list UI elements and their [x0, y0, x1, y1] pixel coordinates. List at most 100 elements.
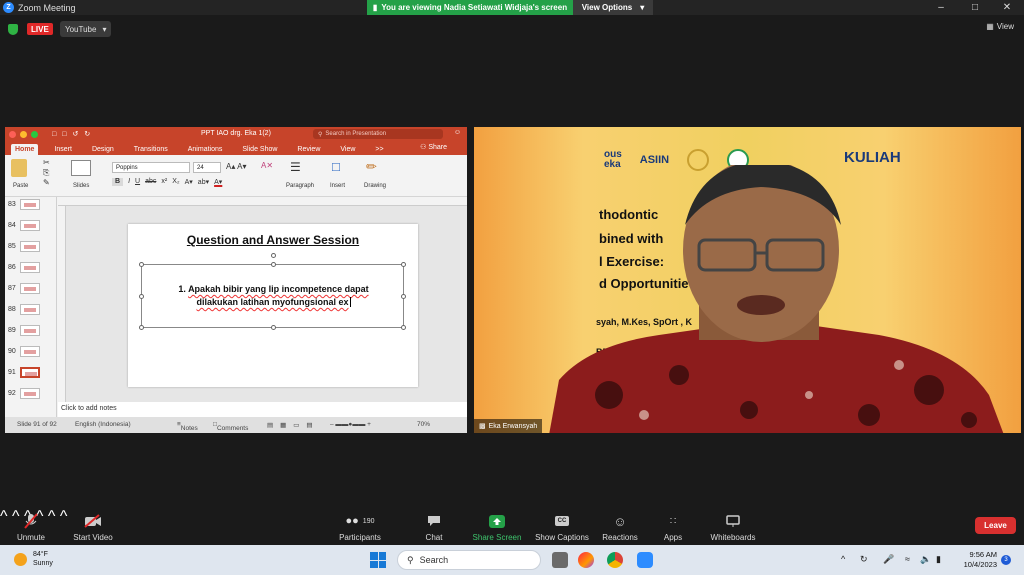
ppt-tab[interactable]: View — [336, 144, 359, 155]
slide-thumbnail[interactable]: 91 — [8, 367, 40, 378]
notes-field[interactable]: Click to add notes — [58, 402, 467, 417]
shield-icon[interactable] — [8, 24, 18, 35]
slide-thumbnail[interactable]: 85 — [8, 241, 40, 252]
ppt-tab[interactable]: Home — [11, 144, 39, 155]
text-effects-button[interactable]: A▾ — [185, 178, 193, 186]
volume-icon[interactable]: 🔈 — [920, 554, 931, 565]
slide-thumbnail[interactable]: 84 — [8, 220, 40, 231]
slide-thumbnail-number: 91 — [8, 369, 16, 376]
slide-thumbnail[interactable]: 87 — [8, 283, 40, 294]
wifi-icon[interactable]: ≈ — [905, 554, 910, 564]
battery-icon[interactable]: ▮ — [936, 554, 941, 565]
resize-handle[interactable] — [271, 325, 276, 330]
view-mode-icons[interactable]: ▤▦▭▤ — [267, 421, 320, 429]
resize-handle[interactable] — [139, 262, 144, 267]
highlight-button[interactable]: ab▾ — [198, 178, 209, 186]
font-color-button[interactable]: A▾ — [214, 178, 222, 186]
chrome-icon[interactable] — [607, 552, 623, 568]
slide-thumbnail[interactable]: 90 — [8, 346, 40, 357]
ppt-quick-access-icons[interactable]: □□↺↻ — [52, 130, 96, 138]
subscript-button[interactable]: X₂ — [172, 178, 179, 186]
clear-format-icon[interactable]: A✕ — [261, 161, 273, 170]
weather-widget[interactable]: 84°F Sunny — [14, 550, 53, 568]
paragraph-icon[interactable]: ☰ — [290, 160, 301, 174]
zoom-taskbar-icon[interactable] — [637, 552, 653, 568]
strikethrough-button[interactable]: abc — [145, 178, 156, 186]
slide-thumbnail[interactable]: 88 — [8, 304, 40, 315]
people-icon: ●● — [345, 515, 359, 527]
ppt-close-icon[interactable] — [9, 130, 16, 138]
slide-thumbnail[interactable]: 92 — [8, 388, 40, 399]
minimize-button[interactable]: – — [926, 0, 956, 15]
paragraph-label: Paragraph — [286, 183, 315, 189]
ppt-tab[interactable]: Animations — [184, 144, 227, 155]
share-button[interactable]: ⚇ Share — [420, 143, 447, 151]
list-number: 1. — [178, 284, 186, 294]
chevron-up-icon[interactable]: ^ — [841, 554, 845, 564]
new-slide-icon[interactable] — [71, 160, 91, 176]
notes-button[interactable]: ≡ Notes — [177, 421, 198, 432]
windows-start-icon[interactable] — [370, 552, 386, 568]
underline-button[interactable]: U — [135, 178, 140, 186]
resize-handle[interactable] — [139, 325, 144, 330]
paste-icon[interactable] — [11, 159, 27, 177]
zoom-logo-icon: Z — [3, 2, 14, 13]
unmute-button[interactable]: Unmute — [0, 513, 66, 542]
close-button[interactable]: ✕ — [992, 0, 1022, 15]
ppt-search-input[interactable]: ⚲ Search in Presentation — [313, 129, 443, 139]
leave-button[interactable]: Leave — [975, 517, 1016, 534]
ppt-tab[interactable]: Transitions — [130, 144, 172, 155]
slide-thumbnail[interactable]: 86 — [8, 262, 40, 273]
share-screen-button[interactable]: Share Screen — [462, 513, 532, 542]
sync-icon[interactable]: ↻ — [860, 554, 868, 565]
language-status[interactable]: English (Indonesia) — [75, 421, 131, 428]
font-size-field[interactable]: 24 — [193, 162, 221, 173]
view-button[interactable]: ▦ View — [986, 22, 1014, 31]
comments-button[interactable]: □ Comments — [213, 421, 248, 432]
insert-shape-icon[interactable]: □ — [332, 159, 340, 174]
bold-button[interactable]: B — [112, 178, 124, 186]
font-name-field[interactable]: Poppins — [112, 162, 190, 173]
participants-button[interactable]: ●● 190 Participants — [325, 513, 395, 542]
slide-title[interactable]: Question and Answer Session — [128, 233, 418, 247]
chat-button[interactable]: Chat — [399, 513, 469, 542]
smiley-icon[interactable]: ☺ — [454, 129, 461, 136]
ppt-zoom-icon[interactable] — [31, 130, 38, 138]
clipboard-icons[interactable]: ✂ ⎘ ✎ — [43, 158, 50, 188]
ppt-tab[interactable]: Slide Show — [238, 144, 281, 155]
font-grow-shrink-icons[interactable]: A▴ A▾ — [226, 162, 246, 171]
mic-icon[interactable]: 🎤 — [883, 554, 894, 565]
italic-button[interactable]: I — [128, 178, 130, 186]
slide-thumbnail[interactable]: 83 — [8, 199, 40, 210]
current-slide[interactable]: Question and Answer Session 1. Apakah bi… — [128, 224, 418, 387]
ppt-tab[interactable]: Insert — [50, 144, 76, 155]
ppt-minimize-icon[interactable] — [20, 130, 27, 138]
participant-video[interactable]: ous eka ASIIN KULIAH thodontic bined wit… — [474, 127, 1021, 433]
selected-text-box[interactable]: 1. Apakah bibir yang lip incompetence da… — [139, 253, 406, 330]
text-box-content[interactable]: 1. Apakah bibir yang lip incompetence da… — [142, 283, 405, 309]
ppt-tab[interactable]: >> — [371, 144, 387, 155]
firefox-icon[interactable] — [578, 552, 594, 568]
notification-badge[interactable]: 3 — [1001, 555, 1011, 565]
maximize-button[interactable]: □ — [960, 0, 990, 15]
resize-handle[interactable] — [401, 325, 406, 330]
stream-target-dropdown[interactable]: YouTube ▾ — [60, 21, 112, 37]
ppt-tab[interactable]: Review — [293, 144, 324, 155]
slide-thumbnail[interactable]: 89 — [8, 325, 40, 336]
task-view-icon[interactable] — [552, 552, 568, 568]
resize-handle[interactable] — [271, 262, 276, 267]
drawing-icon[interactable]: ✏ — [366, 159, 377, 175]
taskbar-search[interactable]: ⚲ Search — [397, 550, 541, 570]
resize-handle[interactable] — [401, 262, 406, 267]
start-video-button[interactable]: Start Video — [58, 513, 128, 542]
whiteboards-button[interactable]: Whiteboards — [698, 513, 768, 542]
zoom-slider[interactable]: – ▬▬●▬▬ + — [330, 421, 371, 428]
zoom-level[interactable]: 70% — [417, 421, 430, 428]
slide-thumbnails-panel[interactable]: 83 84 85 86 87 88 89 90 91 92 — [5, 197, 57, 417]
rotate-handle-icon[interactable] — [271, 253, 276, 258]
taskbar-clock[interactable]: 9:56 AM 10/4/2023 — [955, 550, 997, 570]
chat-label: Chat — [425, 533, 443, 542]
ppt-tab[interactable]: Design — [88, 144, 118, 155]
superscript-button[interactable]: x² — [161, 178, 167, 186]
view-options-button[interactable]: View Options ▾ — [573, 0, 653, 15]
